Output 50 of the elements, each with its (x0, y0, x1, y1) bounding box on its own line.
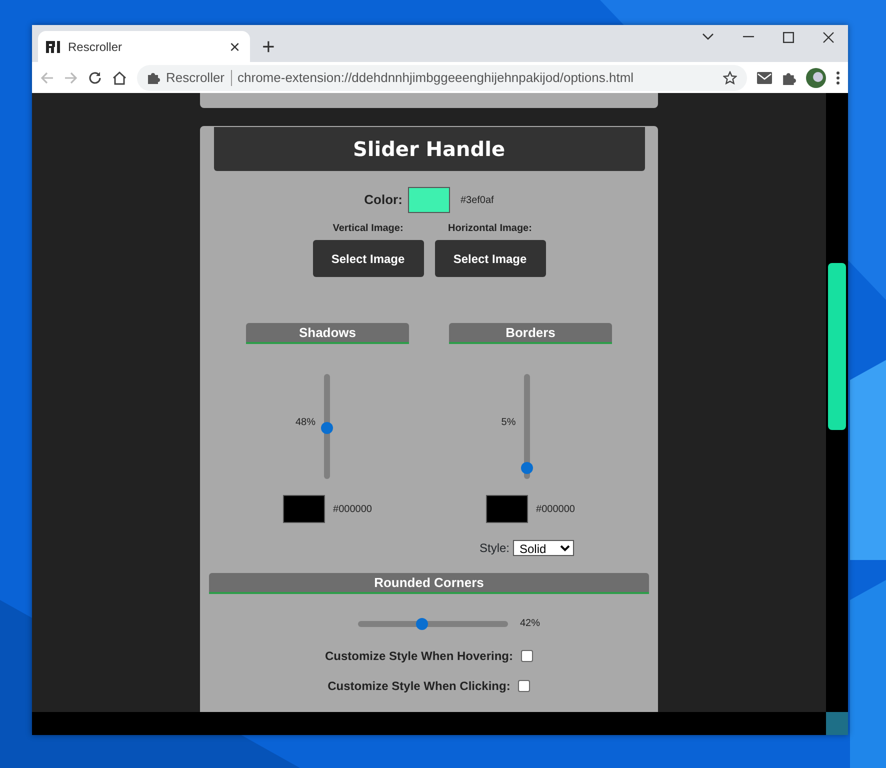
checkbox[interactable] (521, 650, 534, 662)
option-label: Customize Style When Hovering: (324, 648, 514, 665)
image-label: Horizontal Image: (448, 222, 532, 236)
slider-value: 48% (295, 416, 316, 430)
slider-value: 5% (501, 416, 516, 430)
slider-track[interactable] (358, 620, 508, 626)
color-value: #000000 (536, 502, 575, 516)
color-swatch[interactable] (486, 495, 528, 523)
image-label: Vertical Image: (332, 222, 404, 236)
slider-thumb[interactable] (320, 422, 332, 434)
tab-title: Rescroller (68, 38, 122, 56)
puzzle-icon[interactable] (782, 70, 796, 84)
color-value: #000000 (333, 502, 372, 516)
color-swatch[interactable] (283, 495, 326, 523)
star-icon[interactable] (723, 70, 737, 84)
menu-icon[interactable] (836, 70, 840, 84)
section-title: Slider Handle (214, 127, 644, 171)
close-tab-button[interactable]: × (227, 38, 242, 56)
reload-icon[interactable] (88, 70, 102, 84)
section-header: Rounded Corners (209, 573, 649, 594)
select-image-button[interactable]: Select Image (312, 240, 424, 277)
style-dropdown[interactable]: Solid (512, 540, 574, 556)
slider-track[interactable] (324, 374, 330, 479)
chevron-down-icon[interactable] (702, 33, 714, 41)
section-header: Shadows (246, 323, 409, 344)
slider-thumb[interactable] (416, 618, 428, 630)
checkbox[interactable] (518, 680, 530, 692)
puzzle-icon (147, 71, 160, 84)
home-icon[interactable] (112, 70, 127, 84)
scrollbar-thumb[interactable] (828, 263, 846, 430)
app-icon (46, 40, 60, 52)
select-image-button[interactable]: Select Image (434, 240, 546, 277)
scrollbar-corner (826, 712, 848, 735)
new-tab-button[interactable]: + (258, 36, 279, 58)
style-label: Style: (479, 540, 510, 557)
section-header: Borders (449, 323, 612, 344)
close-icon[interactable] (822, 32, 834, 42)
slider-track[interactable] (524, 374, 530, 479)
address-bar[interactable]: Rescroller chrome-extension://ddehdnnhjimbggeeenghijehnpakijod/options.html (137, 64, 747, 90)
color-swatch[interactable] (408, 187, 450, 213)
color-value: #3ef0af (460, 194, 494, 208)
maximize-icon[interactable] (782, 32, 794, 42)
slider-value: 42% (520, 617, 540, 631)
color-label: Color: (364, 191, 402, 210)
minimize-icon[interactable] (742, 36, 754, 38)
option-label: Customize Style When Clicking: (328, 678, 510, 695)
slider-thumb[interactable] (520, 462, 533, 474)
mail-icon[interactable] (757, 72, 772, 84)
browser-tab[interactable]: Rescroller × (38, 31, 250, 62)
avatar-icon[interactable] (806, 68, 826, 88)
